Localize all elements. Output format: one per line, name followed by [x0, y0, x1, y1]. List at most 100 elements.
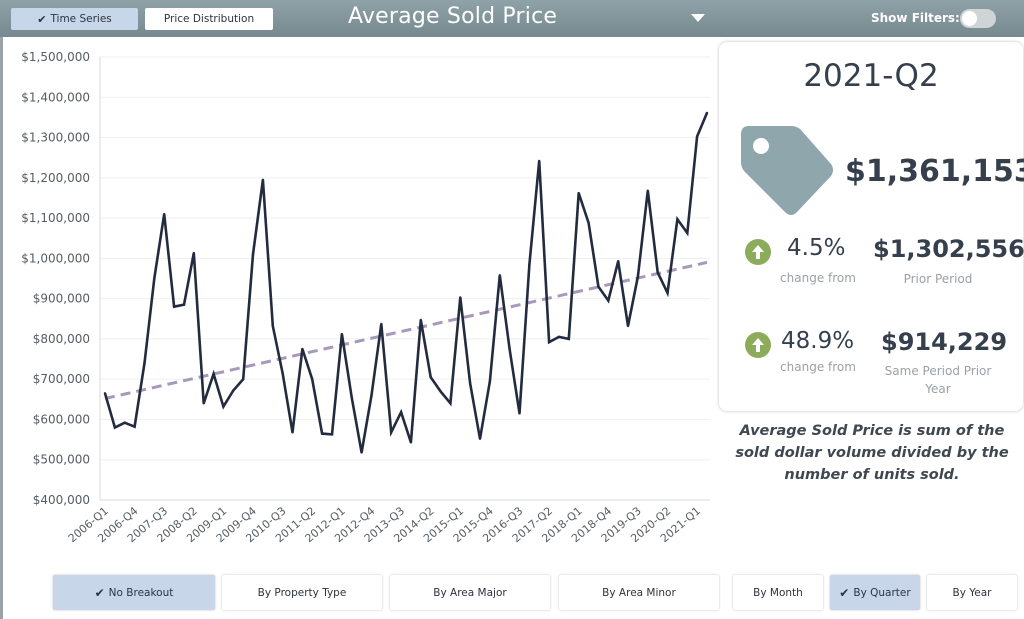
series-line-average-sold-price: [103, 112, 709, 453]
data-point: [616, 259, 620, 263]
check-icon: ✔: [94, 585, 105, 600]
show-filters-toggle[interactable]: [960, 9, 996, 28]
y-tick-label: $1,500,000: [21, 50, 90, 64]
data-point: [468, 382, 472, 385]
data-point: [547, 340, 551, 344]
by-year-label: By Year: [952, 586, 992, 599]
data-point: [311, 377, 314, 381]
check-icon: ✔: [37, 12, 47, 26]
y-tick-label: $800,000: [33, 332, 90, 346]
tab-price-distribution-label: Price Distribution: [163, 13, 255, 25]
data-point: [567, 337, 571, 341]
data-point: [597, 285, 600, 288]
data-point: [508, 347, 511, 351]
same-period-prior-year-value: $914,229: [881, 328, 1008, 356]
data-point: [607, 299, 610, 302]
by-area-major-button[interactable]: By Area Major: [390, 575, 550, 610]
data-point: [695, 135, 699, 138]
data-point: [656, 271, 659, 274]
change-same-period-prior-year: 48.9%: [781, 328, 855, 354]
data-point: [429, 375, 432, 379]
data-point: [399, 411, 403, 414]
y-axis-ticks: $400,000 $500,000 $600,000 $700,000 $800,000…: [21, 50, 90, 507]
data-point: [123, 421, 126, 424]
data-point: [271, 324, 274, 328]
data-point: [350, 396, 353, 399]
data-point: [133, 425, 136, 428]
y-tick-label: $700,000: [33, 372, 90, 386]
data-point: [518, 412, 521, 415]
data-point: [370, 394, 373, 397]
y-tick-label: $400,000: [33, 493, 90, 507]
data-point: [212, 372, 215, 376]
data-point: [232, 389, 235, 392]
data-point: [261, 178, 265, 182]
change-prior-period: 4.5%: [787, 235, 846, 261]
by-area-major-label: By Area Major: [433, 586, 507, 599]
data-point: [459, 296, 462, 299]
prior-period-label: Prior Period: [903, 272, 973, 286]
y-tick-label: $1,200,000: [21, 171, 90, 185]
tab-time-series[interactable]: ✔ Time Series: [11, 8, 138, 30]
by-year-button[interactable]: By Year: [927, 575, 1017, 610]
data-point: [646, 189, 649, 192]
data-point: [577, 191, 580, 195]
by-quarter-label: By Quarter: [853, 586, 911, 599]
chart-gridlines: [100, 56, 710, 501]
data-point: [626, 324, 630, 328]
change-from-label: change from: [780, 360, 856, 374]
data-point: [202, 402, 205, 405]
by-month-button[interactable]: By Month: [733, 575, 823, 610]
kpi-value: $1,361,153: [845, 154, 1024, 189]
data-point: [409, 441, 413, 444]
data-point: [705, 111, 709, 115]
data-point: [538, 159, 541, 163]
data-point: [498, 274, 501, 277]
by-quarter-button[interactable]: ✔ By Quarter: [830, 575, 920, 610]
data-point: [192, 251, 196, 255]
same-period-prior-year-label: Same Period Prior Year: [884, 364, 992, 396]
data-point: [143, 361, 146, 365]
change-from-label: change from: [780, 271, 856, 285]
price-tag-icon: [741, 126, 833, 215]
by-month-label: By Month: [753, 586, 803, 599]
data-point: [281, 371, 284, 375]
metric-description: Average Sold Price is sum of the sold do…: [735, 423, 1009, 483]
data-point: [251, 253, 255, 256]
data-point: [488, 379, 492, 383]
data-point: [587, 221, 590, 225]
metric-dropdown-icon[interactable]: [691, 14, 705, 22]
data-point: [419, 318, 423, 322]
data-point: [439, 390, 442, 393]
data-point: [113, 426, 117, 429]
line-chart: $400,000 $500,000 $600,000 $700,000 $800,000…: [21, 50, 710, 545]
data-point: [320, 432, 324, 435]
data-point: [676, 218, 679, 221]
by-property-type-label: By Property Type: [257, 586, 347, 599]
no-breakout-button[interactable]: ✔ No Breakout: [53, 575, 215, 610]
data-point: [241, 377, 245, 381]
data-point: [528, 263, 531, 266]
data-point: [360, 451, 363, 454]
x-axis-ticks: 2006-Q12006-Q42007-Q32008-Q22009-Q12009-…: [66, 504, 703, 545]
kpi-card: 2021-Q2 $1,361,153 4.5% change from $1,3…: [719, 42, 1024, 411]
toggle-knob: [962, 11, 977, 26]
data-point: [222, 405, 225, 408]
y-tick-label: $1,100,000: [21, 211, 90, 225]
kpi-period: 2021-Q2: [803, 58, 939, 94]
y-tick-label: $900,000: [33, 292, 90, 306]
chart-series: [103, 111, 709, 454]
data-point: [686, 231, 689, 235]
data-point: [380, 322, 383, 326]
y-tick-label: $1,400,000: [21, 90, 90, 104]
header-bar: ✔ Time Series Price Distribution Average…: [0, 0, 1024, 37]
y-tick-label: $1,300,000: [21, 131, 90, 145]
by-property-type-button[interactable]: By Property Type: [222, 575, 382, 610]
data-point: [301, 347, 304, 351]
tab-price-distribution[interactable]: Price Distribution: [145, 8, 273, 30]
data-point: [449, 402, 452, 405]
by-area-minor-button[interactable]: By Area Minor: [559, 575, 719, 610]
data-point: [389, 431, 393, 434]
y-tick-label: $600,000: [33, 412, 90, 426]
data-point: [163, 212, 166, 216]
